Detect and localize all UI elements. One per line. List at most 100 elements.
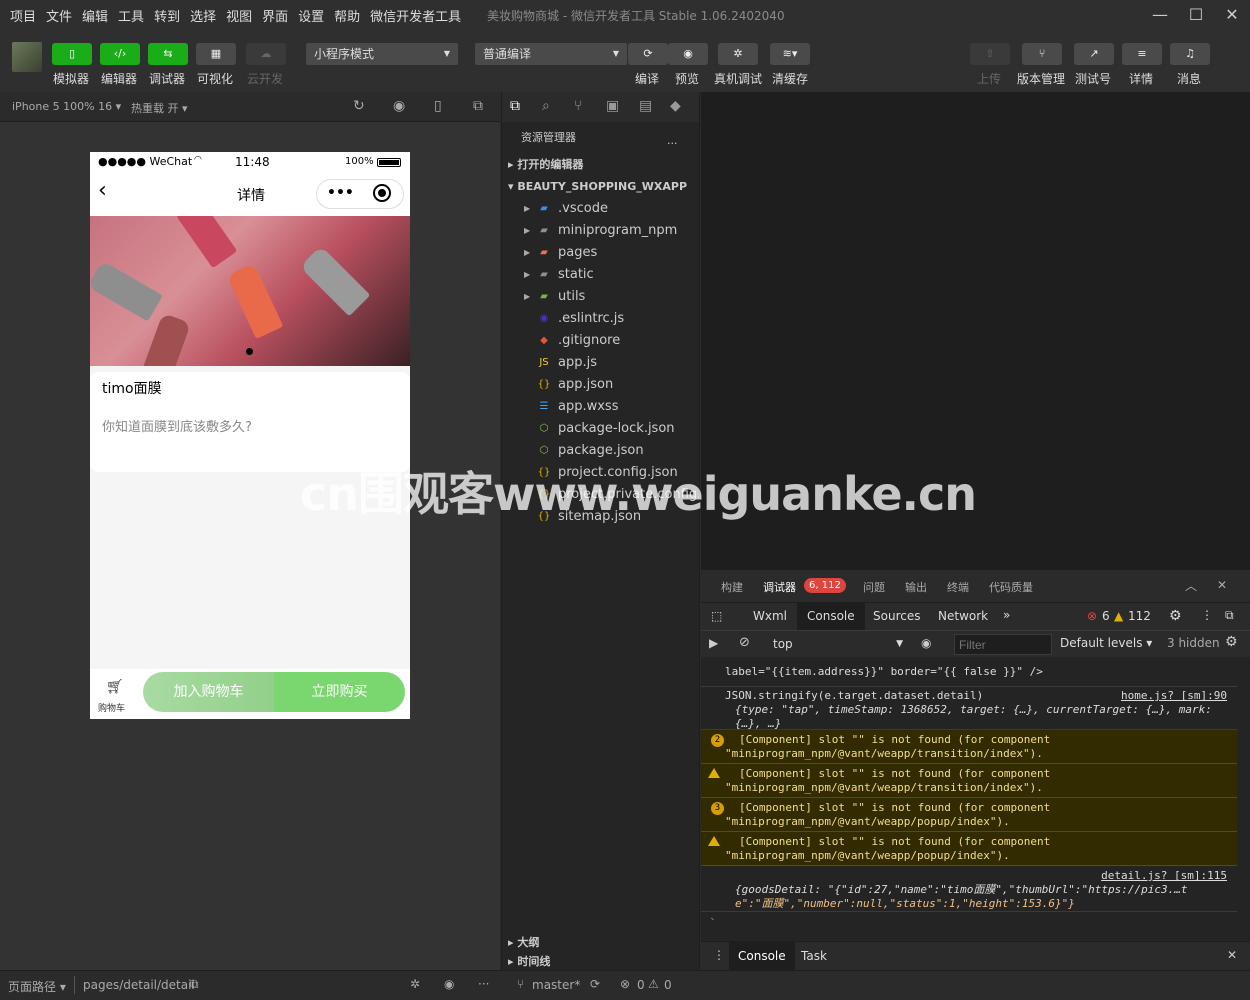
close-icon[interactable]: ✕ — [1217, 578, 1227, 592]
menu-item[interactable]: 视图 — [226, 6, 252, 25]
docker-icon[interactable]: ◆ — [670, 98, 681, 114]
rotate-icon[interactable]: ↻ — [353, 98, 365, 114]
more-icon[interactable]: ··· — [478, 977, 489, 991]
popout-icon[interactable]: ⧉ — [473, 98, 483, 114]
levels-select[interactable]: Default levels ▾ — [1060, 636, 1152, 650]
menu-item[interactable]: 设置 — [298, 6, 324, 25]
tab-sources[interactable]: Sources — [873, 609, 920, 623]
console-line-text[interactable]: [Component] slot "" is not found (for co… — [725, 767, 1237, 781]
filter-input[interactable] — [954, 634, 1052, 655]
inspect-icon[interactable]: ⬚ — [711, 609, 722, 623]
file-item[interactable]: ☰ app.wxss — [502, 396, 699, 418]
messages-button[interactable]: ♫ — [1170, 43, 1210, 65]
clear-cache-button[interactable]: ≋▾ — [770, 43, 810, 65]
menu-item[interactable]: 项目 — [10, 6, 36, 25]
file-item[interactable]: ⬡ package-lock.json — [502, 418, 699, 440]
tab-network[interactable]: Network — [938, 609, 988, 623]
menu-item[interactable]: 界面 — [262, 6, 288, 25]
compile-button[interactable]: ⟳ — [628, 43, 668, 65]
buy-now-button[interactable]: 立即购买 — [274, 672, 405, 712]
tab-problems[interactable]: 问题 — [863, 579, 885, 595]
more-actions-icon[interactable]: ··· — [667, 128, 678, 160]
warning-count[interactable]: 0 — [664, 978, 672, 992]
files-icon[interactable]: ⧉ — [510, 98, 520, 114]
cloud-button[interactable]: ☁ — [246, 43, 286, 65]
source-link[interactable]: home.js? [sm]:90 — [1121, 689, 1227, 703]
source-link[interactable]: detail.js? [sm]:115 — [1101, 869, 1227, 883]
timeline-section[interactable]: ▸ 时间线 — [502, 954, 550, 970]
visual-button[interactable]: ▦ — [196, 43, 236, 65]
clear-console-icon[interactable]: ⊘ — [739, 635, 750, 650]
console-line-text[interactable]: [Component] slot "" is not found (for co… — [725, 801, 1237, 815]
tab-terminal[interactable]: 终端 — [947, 579, 969, 595]
close-icon[interactable]: ✕ — [1222, 5, 1242, 25]
folder-item[interactable]: ▶ ▰ static — [502, 264, 699, 286]
dock-icon[interactable]: ⧉ — [1225, 608, 1234, 623]
kebab-icon[interactable]: ⋮ — [713, 948, 725, 962]
gear-icon[interactable]: ⚙ — [1225, 634, 1238, 650]
hot-reload-select[interactable]: 热重载 开 ▾ — [131, 100, 188, 116]
search-icon[interactable]: ⌕ — [542, 98, 550, 114]
folder-item[interactable]: ▶ ▰ .vscode — [502, 198, 699, 220]
folder-item[interactable]: ▶ ▰ utils — [502, 286, 699, 308]
error-count[interactable]: 0 — [637, 978, 645, 992]
page-path-select[interactable]: 页面路径 ▾ — [8, 978, 66, 995]
test-account-button[interactable]: ↗ — [1074, 43, 1114, 65]
prompt-icon[interactable]: › — [709, 913, 716, 920]
upload-button[interactable]: ⇧ — [970, 43, 1010, 65]
branch-name[interactable]: master* — [532, 978, 580, 992]
tab-debugger[interactable]: 调试器 — [763, 579, 796, 595]
close-capsule-icon[interactable] — [373, 184, 391, 202]
back-icon[interactable]: ‹ — [98, 180, 107, 202]
menu-item[interactable]: 编辑 — [82, 6, 108, 25]
drawer-tab-task[interactable]: Task — [801, 949, 827, 963]
tab-console[interactable]: Console — [797, 603, 865, 631]
drawer-tab-console[interactable]: Console — [729, 942, 795, 970]
menu-item[interactable]: 微信开发者工具 — [370, 6, 461, 25]
extensions-icon[interactable]: ▣ — [606, 98, 619, 114]
tab-wxml[interactable]: Wxml — [753, 609, 787, 623]
eye-icon[interactable]: ◉ — [444, 977, 454, 991]
real-device-debug-button[interactable]: ✲ — [718, 43, 758, 65]
menu-item[interactable]: 选择 — [190, 6, 216, 25]
kebab-icon[interactable]: ⋮ — [1201, 608, 1213, 622]
copy-icon[interactable]: ⧉ — [190, 977, 199, 992]
gear-icon[interactable]: ⚙ — [1169, 608, 1182, 624]
compile-select[interactable]: 普通编译 ▼ — [475, 43, 627, 65]
file-item[interactable]: ◆ .gitignore — [502, 330, 699, 352]
swiper-dot[interactable] — [246, 348, 253, 355]
menu-item[interactable]: 文件 — [46, 6, 72, 25]
close-icon[interactable]: ✕ — [1227, 948, 1237, 962]
cart-icon[interactable]: 🛒︎ — [106, 679, 124, 695]
console-line-text[interactable]: [Component] slot "" is not found (for co… — [725, 733, 1237, 747]
minimize-icon[interactable]: — — [1150, 5, 1170, 25]
file-item[interactable]: ◉ .eslintrc.js — [502, 308, 699, 330]
menu-item[interactable]: 转到 — [154, 6, 180, 25]
tab-code-quality[interactable]: 代码质量 — [989, 579, 1033, 595]
outline-section[interactable]: ▸ 大纲 — [502, 932, 539, 954]
add-to-cart-button[interactable]: 加入购物车 — [143, 672, 274, 712]
more-tabs-icon[interactable]: » — [1003, 608, 1010, 622]
menu-item[interactable]: 工具 — [118, 6, 144, 25]
folder-item[interactable]: ▶ ▰ miniprogram_npm — [502, 220, 699, 242]
phone-icon[interactable]: ▯ — [434, 98, 442, 114]
sync-icon[interactable]: ⟳ — [590, 977, 600, 991]
chevron-up-icon[interactable]: ︿ — [1185, 577, 1197, 594]
cart-label[interactable]: 购物车 — [98, 701, 125, 714]
console-line-text[interactable]: [Component] slot "" is not found (for co… — [725, 835, 1237, 849]
sidebar-toggle-icon[interactable]: ▶︎ — [709, 636, 718, 650]
simulator-button[interactable]: ▯ — [52, 43, 92, 65]
eye-icon[interactable]: ◉ — [921, 636, 931, 650]
stop-icon[interactable]: ◉ — [393, 98, 405, 114]
source-control-icon[interactable]: ⑂ — [574, 98, 582, 114]
maximize-icon[interactable]: ☐ — [1186, 5, 1206, 25]
more-icon[interactable]: ••• — [327, 185, 354, 201]
bug-icon[interactable]: ✲ — [410, 977, 420, 991]
file-item[interactable]: {} app.json — [502, 374, 699, 396]
file-item[interactable]: JS app.js — [502, 352, 699, 374]
menu-item[interactable]: 帮助 — [334, 6, 360, 25]
console-object-text[interactable]: {goodsDetail: "{"id":27,"name":"timo面膜",… — [725, 883, 1237, 897]
tab-output[interactable]: 输出 — [905, 579, 927, 595]
details-button[interactable]: ≡ — [1122, 43, 1162, 65]
mode-select[interactable]: 小程序模式 ▼ — [306, 43, 458, 65]
